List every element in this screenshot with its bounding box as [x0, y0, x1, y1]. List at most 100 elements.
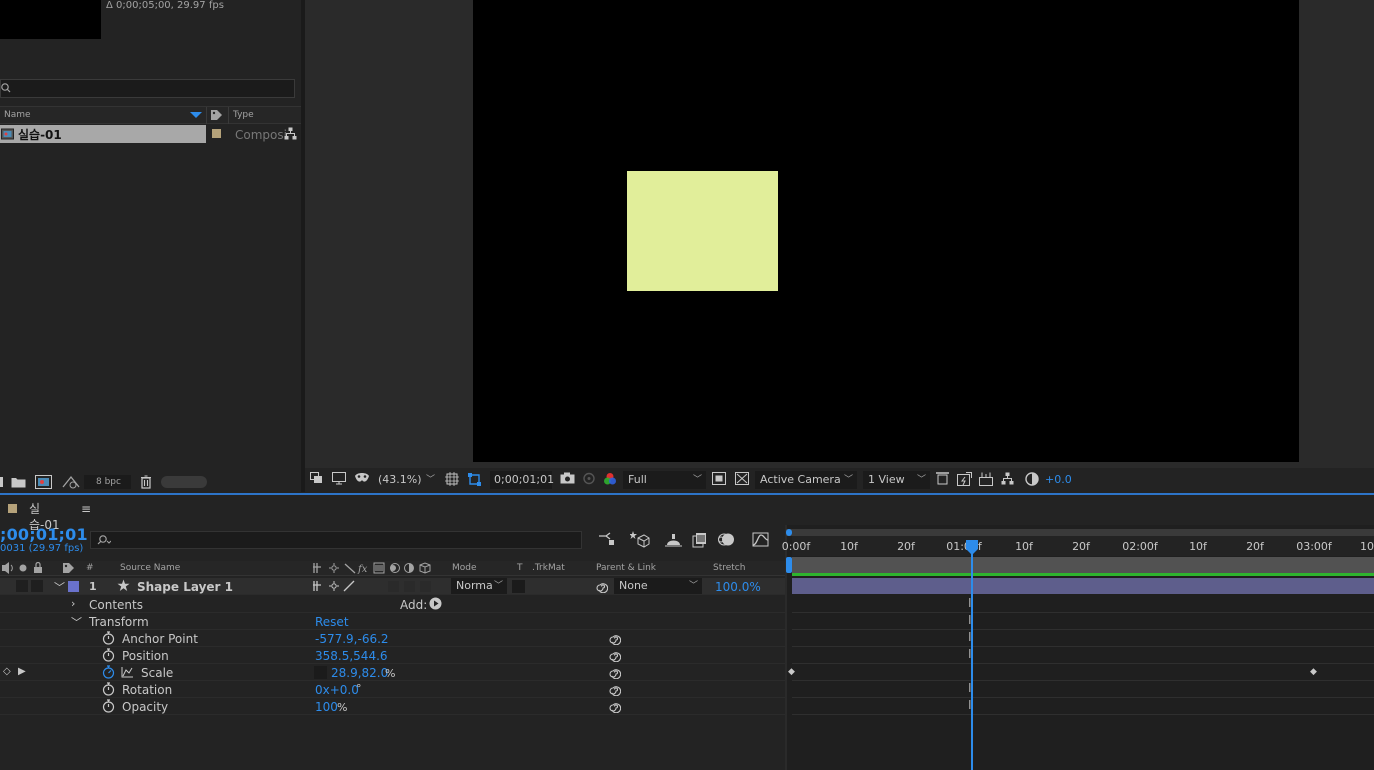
mode-header[interactable]: Mode [452, 563, 477, 573]
camera-view-dropdown[interactable]: Active Camera ﹀ [755, 471, 857, 489]
parent-link-header[interactable]: Parent & Link [596, 563, 656, 573]
toggle-mask-path-icon[interactable] [467, 472, 482, 488]
stopwatch-icon[interactable] [102, 699, 115, 713]
motion-blur-icon[interactable] [718, 532, 735, 547]
property-row-scale[interactable]: ◇ ▶ Scale 28.9,82.0 % [0, 664, 785, 681]
pick-whip-icon[interactable] [608, 683, 621, 696]
choose-grid-icon[interactable] [445, 472, 459, 488]
color-channels-icon[interactable] [603, 472, 617, 488]
timeline-current-time[interactable]: ;00;01;01 [0, 525, 88, 544]
stopwatch-icon[interactable] [102, 631, 115, 645]
flowchart-icon[interactable] [284, 127, 297, 140]
trash-icon[interactable] [140, 475, 152, 489]
bit-depth-button[interactable]: 8 bpc [84, 475, 131, 489]
layer-switches[interactable] [312, 580, 432, 593]
always-preview-icon[interactable] [310, 472, 323, 488]
project-settings-icon[interactable] [62, 475, 80, 489]
graph-icon[interactable] [121, 666, 134, 678]
property-row-anchor-point[interactable]: Anchor Point -577.9,-66.2 [0, 630, 785, 647]
timeline-icon[interactable] [979, 472, 993, 488]
toggle-pixel-aspect-icon[interactable] [935, 472, 950, 488]
pick-whip-icon[interactable] [608, 632, 621, 645]
composition-mini-flowchart-icon[interactable] [598, 532, 615, 547]
current-time-indicator-head[interactable] [965, 540, 979, 556]
layer-duration-bar[interactable] [792, 578, 1374, 594]
fast-previews-icon[interactable] [957, 472, 972, 488]
timeline-search-input[interactable] [90, 531, 582, 549]
label-tag-icon[interactable] [210, 109, 223, 121]
graph-editor-icon[interactable] [752, 532, 769, 547]
chevron-down-icon[interactable]: ﹀ [71, 614, 82, 630]
project-search-input[interactable] [0, 79, 295, 98]
property-value[interactable]: 358.5,544.6 [315, 649, 388, 663]
property-value[interactable]: -577.9,-66.2 [315, 632, 389, 646]
keyframe-icon[interactable]: ◆ [1310, 667, 1317, 677]
interpret-footage-icon[interactable] [0, 477, 3, 487]
layer-name[interactable]: Shape Layer 1 [137, 580, 233, 594]
audio-video-switches-icon[interactable] [1, 562, 45, 574]
property-row-position[interactable]: Position 358.5,544.6 [0, 647, 785, 664]
pick-whip-icon[interactable] [608, 700, 621, 713]
shy-layers-icon[interactable] [665, 533, 682, 548]
lock-switch[interactable] [31, 580, 43, 592]
draft-3d-icon[interactable] [630, 530, 650, 549]
time-ruler[interactable]: 0:00f 10f 20f 01:00f 10f 20f 02:00f 10f … [782, 536, 1374, 556]
chevron-down-icon[interactable]: ﹀ [54, 579, 65, 595]
chevron-right-icon[interactable]: › [71, 597, 75, 610]
keyframe-icon[interactable]: ◆ [788, 667, 795, 677]
label-color-swatch[interactable] [212, 129, 221, 138]
resolution-dropdown[interactable]: Full ﹀ [623, 471, 706, 489]
keyframe-navigator-diamond-icon[interactable]: ◇ [3, 666, 11, 677]
preserve-transparency-header[interactable]: T [517, 563, 523, 573]
monitor-icon[interactable] [332, 472, 346, 488]
new-composition-icon[interactable] [35, 475, 52, 489]
time-navigator[interactable] [786, 529, 1374, 536]
stretch-header[interactable]: Stretch [713, 563, 745, 573]
type-column-header[interactable]: Type [233, 110, 254, 120]
add-menu-play-icon[interactable] [429, 597, 442, 610]
transparency-grid-icon[interactable] [735, 472, 749, 488]
constrain-proportions-link[interactable] [314, 666, 327, 679]
name-column-header[interactable]: Name [4, 110, 31, 120]
blend-mode-dropdown[interactable]: Norma ﹀ [451, 578, 507, 594]
view-layout-dropdown[interactable]: 1 View ﹀ [863, 471, 930, 489]
shape-layer-rectangle[interactable] [627, 171, 778, 291]
work-area-bar[interactable] [792, 557, 1374, 573]
pick-whip-icon[interactable] [608, 649, 621, 662]
reset-link[interactable]: Reset [315, 615, 349, 629]
snapshot-camera-icon[interactable] [560, 472, 575, 488]
mask-visibility-icon[interactable] [354, 472, 370, 488]
layer-row[interactable]: ﹀ 1 Shape Layer 1 Norma ﹀ None ﹀ 100.0% [0, 578, 785, 595]
reset-exposure-icon[interactable] [1025, 472, 1039, 488]
label-tag-icon[interactable] [62, 562, 75, 574]
transform-row[interactable]: ﹀ Transform Reset [0, 613, 785, 630]
sort-arrow-icon[interactable] [190, 112, 202, 119]
stretch-value[interactable]: 100.0% [715, 580, 761, 594]
time-navigator-start-handle[interactable] [786, 529, 792, 536]
magnification-dropdown[interactable]: (43.1%) ﹀ [373, 471, 439, 489]
exposure-value[interactable]: +0.0 [1045, 472, 1072, 488]
preserve-transparency-checkbox[interactable] [512, 580, 525, 593]
new-folder-icon[interactable] [11, 476, 26, 488]
layer-label-color[interactable] [68, 581, 79, 592]
source-name-header[interactable]: Source Name [120, 563, 180, 573]
comp-flowchart-icon[interactable] [1001, 472, 1014, 488]
parent-dropdown[interactable]: None ﹀ [614, 578, 702, 594]
pick-whip-icon[interactable] [608, 666, 621, 679]
project-item-row[interactable]: 실습-01 Composi [0, 125, 301, 143]
stopwatch-icon[interactable] [102, 682, 115, 696]
property-value[interactable]: 28.9,82.0 [331, 666, 388, 680]
video-switch[interactable] [16, 580, 28, 592]
track-matte-header[interactable]: .TrkMat [532, 563, 565, 573]
next-keyframe-icon[interactable]: ▶ [18, 666, 26, 677]
property-row-opacity[interactable]: Opacity 100 % [0, 698, 785, 715]
contents-row[interactable]: › Contents Add: [0, 596, 785, 613]
stopwatch-active-icon[interactable] [102, 665, 115, 679]
panel-menu-icon[interactable]: ≡ [81, 501, 91, 517]
layer-number-header[interactable]: # [86, 563, 94, 573]
current-time-field[interactable]: 0;00;01;01 [490, 471, 554, 489]
property-row-rotation[interactable]: Rotation 0x+0.0 ° [0, 681, 785, 698]
work-area-start-handle[interactable] [786, 557, 792, 573]
property-value[interactable]: 100 [315, 700, 338, 714]
stopwatch-icon[interactable] [102, 648, 115, 662]
